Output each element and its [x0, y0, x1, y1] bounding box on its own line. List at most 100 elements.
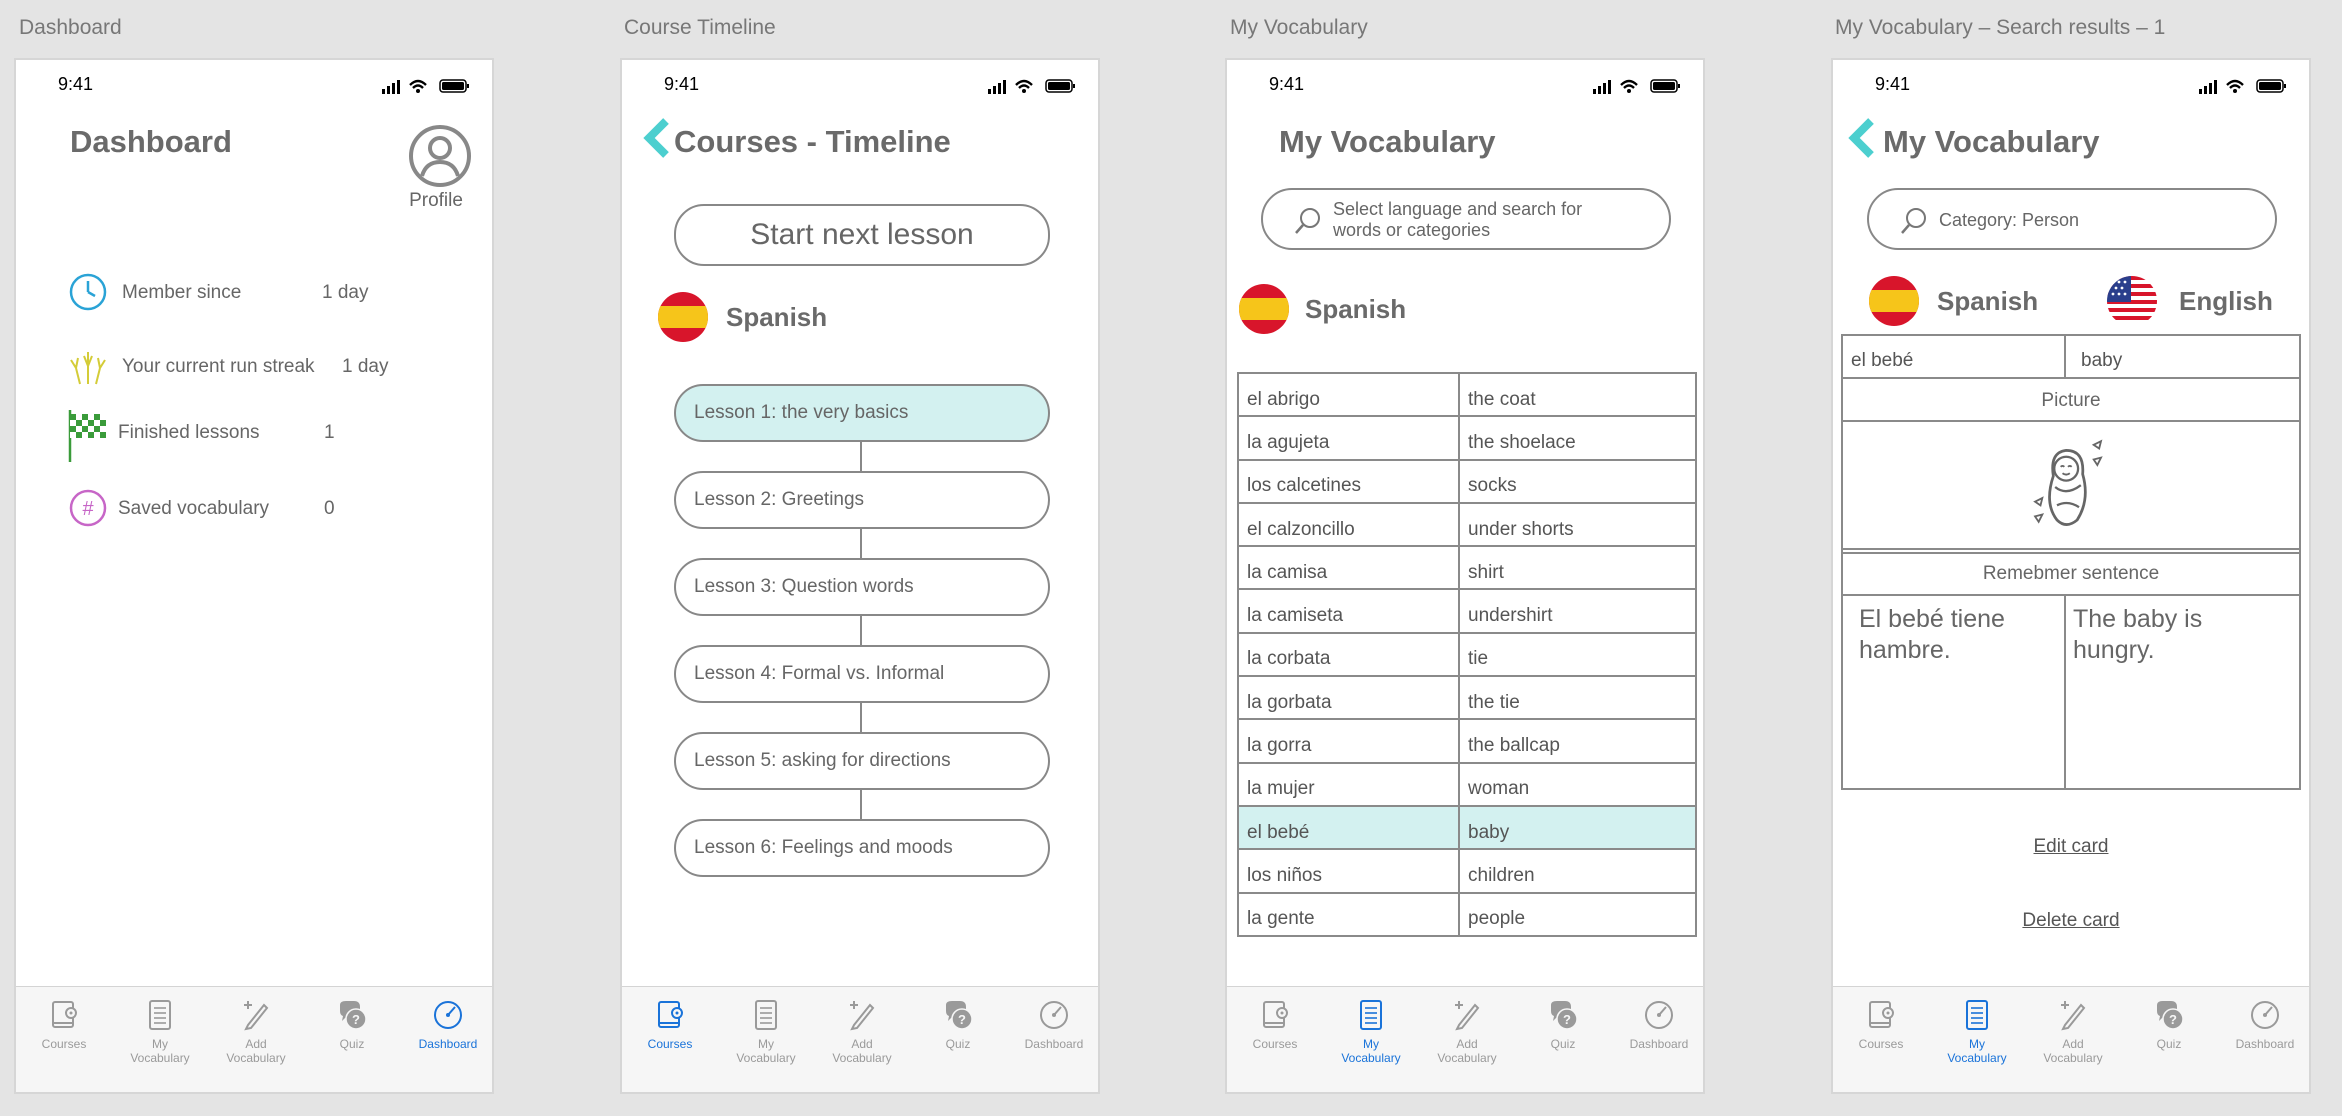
tab-my-vocabulary[interactable]: My Vocabulary: [112, 999, 208, 1065]
tab-my-vocabulary[interactable]: My Vocabulary: [1929, 999, 2025, 1065]
tab-dashboard[interactable]: Dashboard: [1006, 999, 1098, 1051]
spanish-word: el abrigo: [1237, 371, 1460, 418]
status-time: 9:41: [1875, 74, 1911, 94]
vocabulary-row[interactable]: la camiseta undershirt: [1237, 588, 1697, 634]
vocabulary-row[interactable]: la corbata tie: [1237, 631, 1697, 678]
lesson-item-6[interactable]: Lesson 6: Feelings and moods: [674, 819, 1050, 877]
tab-courses[interactable]: Courses: [1227, 999, 1323, 1051]
english-word: children: [1458, 848, 1697, 894]
vocabulary-list-icon: [1355, 999, 1387, 1031]
add-pencil-icon: [2057, 999, 2089, 1031]
vocabulary-search-input[interactable]: Category: Person: [1867, 188, 2277, 250]
card-word-spanish: el bebé: [1851, 350, 1914, 371]
vocabulary-row[interactable]: el abrigo the coat: [1237, 371, 1697, 418]
stat-label: Member since: [122, 282, 242, 303]
profile-label: Profile: [409, 190, 463, 211]
lesson-item-3[interactable]: Lesson 3: Question words: [674, 558, 1050, 616]
status-bar: 9:41: [622, 74, 1098, 100]
spanish-word: la gorra: [1237, 718, 1460, 764]
spanish-word: la mujer: [1237, 761, 1460, 807]
spain-flag-icon: [1869, 276, 1919, 326]
start-next-lesson-button[interactable]: Start next lesson: [674, 204, 1050, 266]
tab-courses[interactable]: Courses: [16, 999, 112, 1051]
spanish-word: el bebé: [1237, 804, 1460, 851]
spain-flag-icon: [1239, 284, 1289, 334]
svg-text:#: #: [82, 498, 94, 520]
tab-add-vocabulary[interactable]: Add Vocabulary: [1419, 999, 1515, 1065]
profile-avatar-icon: [409, 125, 471, 187]
profile-button[interactable]: Profile: [386, 124, 486, 214]
stat-value: 1 day: [342, 356, 389, 377]
spanish-word: la gorbata: [1237, 675, 1460, 721]
card-word-english: baby: [2081, 350, 2123, 371]
picture-label: Picture: [1843, 379, 2299, 422]
dashboard-screen: 9:41 Dashboard Profile Member since 1 da…: [14, 58, 494, 1094]
spanish-word: los niños: [1237, 848, 1460, 894]
back-chevron-icon[interactable]: [1847, 118, 1877, 158]
lesson-item-1[interactable]: Lesson 1: the very basics: [674, 384, 1050, 442]
tab-dashboard[interactable]: Dashboard: [1611, 999, 1703, 1051]
card-divider: [2064, 336, 2066, 379]
usa-flag-icon: [2107, 276, 2157, 326]
english-word: the shoelace: [1458, 415, 1697, 461]
dashboard-gauge-icon: [1038, 999, 1070, 1031]
search-value: Category: Person: [1939, 210, 2080, 230]
tab-my-vocabulary[interactable]: My Vocabulary: [1323, 999, 1419, 1065]
sentence-row: El bebé tiene hambre. The baby is hungry…: [1843, 596, 2299, 788]
vocabulary-row[interactable]: el calzoncillo under shorts: [1237, 501, 1697, 548]
vocabulary-row[interactable]: la gorbata the tie: [1237, 675, 1697, 721]
tab-dashboard[interactable]: Dashboard: [2217, 999, 2309, 1051]
fireworks-icon: [70, 352, 106, 385]
tab-dashboard[interactable]: Dashboard: [400, 999, 492, 1051]
english-word: the tie: [1458, 675, 1697, 721]
vocabulary-search-input[interactable]: Select language and search for words or c…: [1261, 188, 1671, 250]
tab-bar: Courses My Vocabulary Add Vocabulary Quiz …: [16, 986, 492, 1092]
spanish-word: la gente: [1237, 891, 1460, 937]
courses-icon: [654, 999, 686, 1031]
tab-my-vocabulary[interactable]: My Vocabulary: [718, 999, 814, 1065]
status-time: 9:41: [664, 74, 700, 94]
vocabulary-table: el abrigo the coat la agujeta the shoelace…: [1237, 371, 1697, 937]
tab-quiz[interactable]: Quiz: [2121, 999, 2217, 1051]
lesson-item-5[interactable]: Lesson 5: asking for directions: [674, 732, 1050, 790]
vocabulary-row[interactable]: la gorra the ballcap: [1237, 718, 1697, 764]
tab-quiz[interactable]: Quiz: [910, 999, 1006, 1051]
spanish-word: la camisa: [1237, 545, 1460, 591]
my-vocabulary-screen: 9:41 My Vocabulary Select language and s…: [1225, 58, 1705, 1094]
spain-flag-icon: [658, 292, 708, 342]
vocabulary-row[interactable]: los niños children: [1237, 848, 1697, 894]
edit-card-link[interactable]: Edit card: [1833, 836, 2309, 858]
courses-icon: [1259, 999, 1291, 1031]
vocabulary-row[interactable]: la agujeta the shoelace: [1237, 415, 1697, 461]
status-bar: 9:41: [16, 74, 492, 100]
vocabulary-row[interactable]: la gente people: [1237, 891, 1697, 937]
lesson-item-4[interactable]: Lesson 4: Formal vs. Informal: [674, 645, 1050, 703]
lesson-item-2[interactable]: Lesson 2: Greetings: [674, 471, 1050, 529]
status-bar: 9:41: [1833, 74, 2309, 100]
timeline-connector: [860, 789, 862, 821]
back-chevron-icon[interactable]: [642, 118, 672, 158]
sentence-spanish: El bebé tiene hambre.: [1859, 605, 2005, 664]
vocabulary-row[interactable]: la mujer woman: [1237, 761, 1697, 807]
spanish-word: los calcetines: [1237, 458, 1460, 504]
tab-courses[interactable]: Courses: [1833, 999, 1929, 1051]
vocabulary-row-selected[interactable]: el bebé baby: [1237, 804, 1697, 851]
delete-card-link[interactable]: Delete card: [1833, 910, 2309, 932]
stat-label: Finished lessons: [118, 422, 260, 443]
tab-add-vocabulary[interactable]: Add Vocabulary: [2025, 999, 2121, 1065]
baby-illustration-icon: [2033, 439, 2103, 526]
checkered-flag-icon: [68, 410, 106, 462]
spanish-word: la corbata: [1237, 631, 1460, 678]
english-word: the coat: [1458, 371, 1697, 418]
tab-add-vocabulary[interactable]: Add Vocabulary: [208, 999, 304, 1065]
tab-quiz[interactable]: Quiz: [304, 999, 400, 1051]
sentence-english: The baby is hungry.: [2073, 605, 2203, 664]
language-label: Spanish: [726, 302, 828, 332]
signal-wifi-battery-icon: [382, 78, 472, 94]
tab-courses[interactable]: Courses: [622, 999, 718, 1051]
signal-wifi-battery-icon: [2199, 78, 2289, 94]
vocabulary-row[interactable]: la camisa shirt: [1237, 545, 1697, 591]
tab-add-vocabulary[interactable]: Add Vocabulary: [814, 999, 910, 1065]
tab-quiz[interactable]: Quiz: [1515, 999, 1611, 1051]
vocabulary-row[interactable]: los calcetines socks: [1237, 458, 1697, 504]
